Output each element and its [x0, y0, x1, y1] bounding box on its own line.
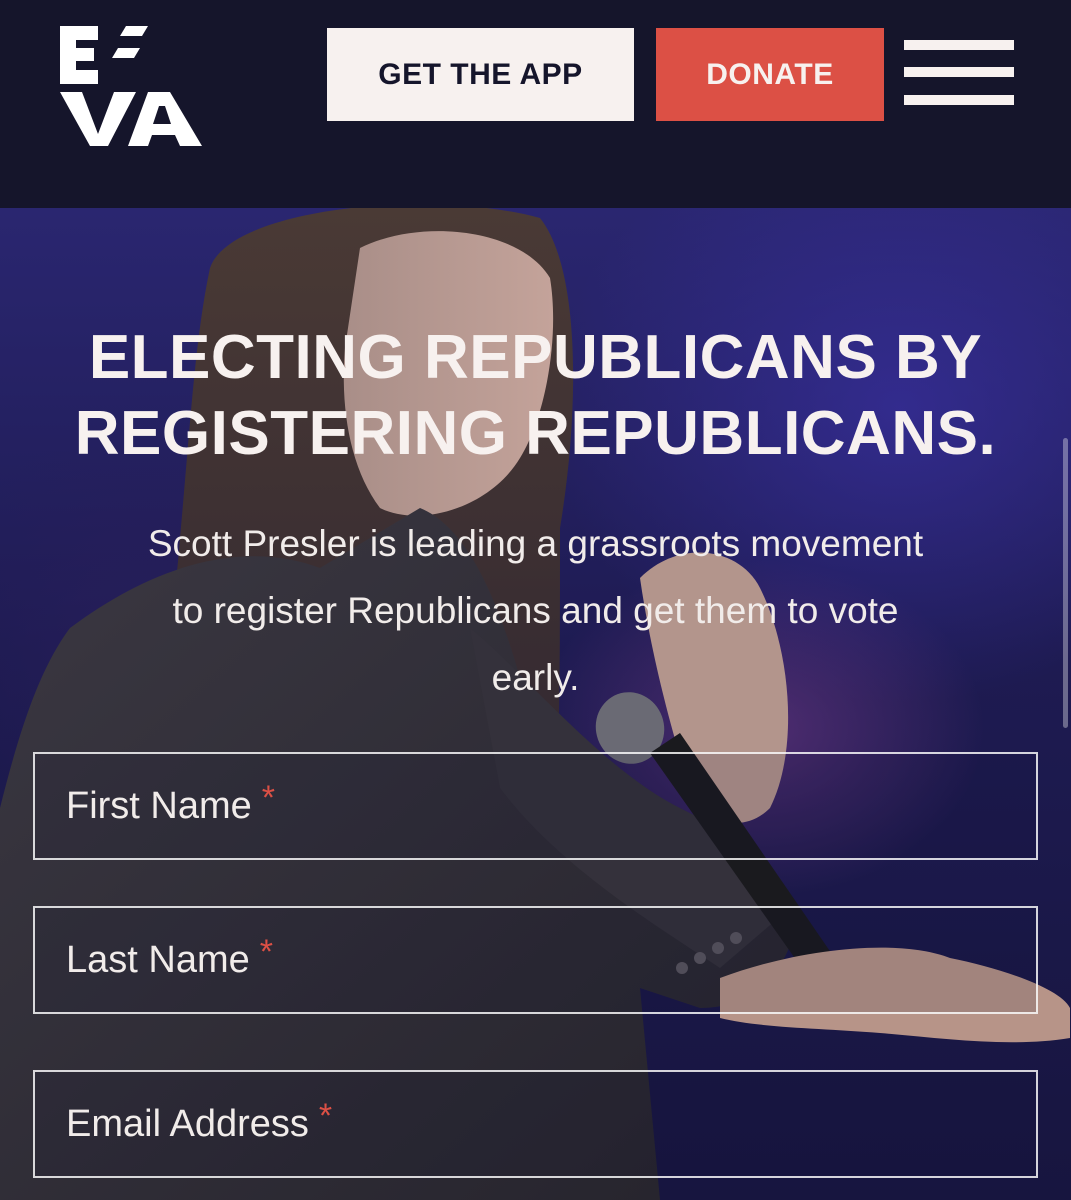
last-name-placeholder: Last Name — [66, 938, 250, 981]
last-name-field[interactable]: Last Name * — [33, 906, 1038, 1014]
eva-logo[interactable] — [52, 22, 212, 150]
required-asterisk: * — [261, 778, 276, 817]
headline-line: REGISTERING REPUBLICANS. — [74, 399, 997, 468]
menu-bar — [904, 95, 1014, 105]
hamburger-menu-icon[interactable] — [904, 40, 1014, 110]
first-name-field[interactable]: First Name * — [33, 752, 1038, 860]
hero-description: Scott Presler is leading a grassroots mo… — [20, 510, 1051, 711]
email-placeholder: Email Address — [66, 1102, 309, 1145]
description-line: early. — [491, 657, 580, 698]
page: GET THE APP DONATE ELECTING REPUBLICANS … — [0, 0, 1071, 1200]
donate-button[interactable]: DONATE — [656, 28, 884, 121]
site-header: GET THE APP DONATE — [0, 0, 1071, 208]
description-line: Scott Presler is leading a grassroots mo… — [147, 523, 924, 564]
headline-line: ELECTING REPUBLICANS BY — [88, 323, 983, 392]
get-the-app-button[interactable]: GET THE APP — [327, 28, 634, 121]
description-line: to register Republicans and get them to … — [172, 590, 899, 631]
menu-bar — [904, 67, 1014, 77]
hero-headline: ELECTING REPUBLICANS BY REGISTERING REPU… — [0, 320, 1071, 472]
scrollbar[interactable] — [1063, 438, 1068, 728]
first-name-placeholder: First Name — [66, 784, 252, 827]
required-asterisk: * — [259, 932, 273, 971]
email-address-field[interactable]: Email Address * — [33, 1070, 1038, 1178]
menu-bar — [904, 40, 1014, 50]
required-asterisk: * — [318, 1096, 333, 1135]
